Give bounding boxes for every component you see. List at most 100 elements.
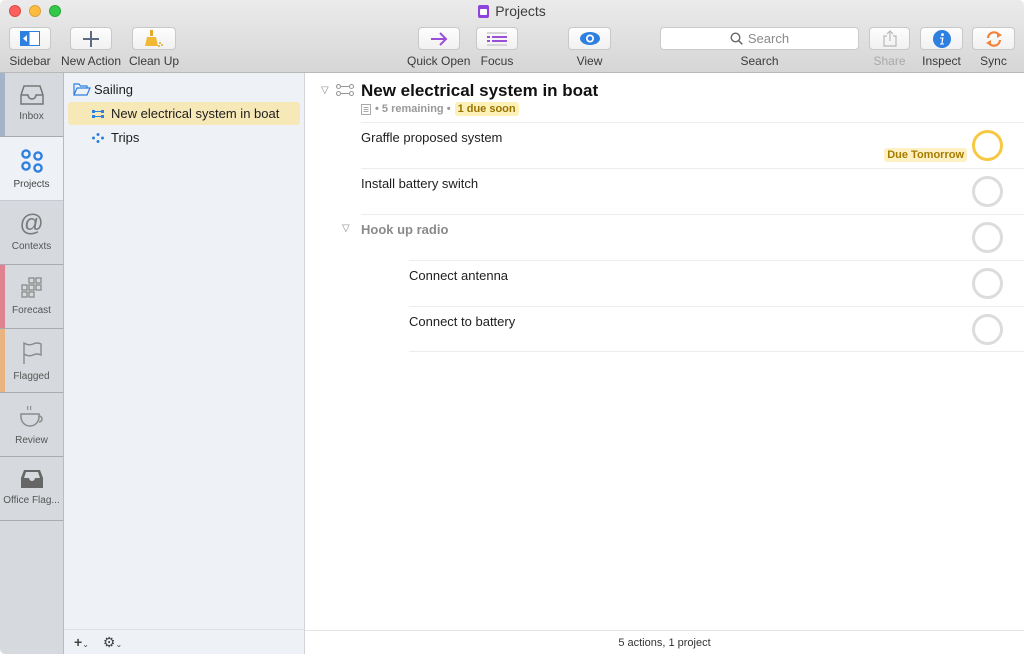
search-icon xyxy=(730,32,743,45)
quick-open-label: Quick Open xyxy=(407,54,471,68)
row-divider xyxy=(409,351,1024,352)
add-menu-button[interactable]: +⌄ xyxy=(74,634,89,650)
info-icon xyxy=(932,29,951,48)
sidebar-button[interactable] xyxy=(9,27,51,50)
project-title[interactable]: New electrical system in boat xyxy=(361,81,598,101)
project-label: Trips xyxy=(111,130,140,145)
perspective-review[interactable]: Review xyxy=(0,393,63,457)
sync-label: Sync xyxy=(980,54,1007,68)
sidebar-folder-sailing[interactable]: Sailing xyxy=(68,78,300,101)
eye-icon xyxy=(579,32,600,45)
search-input[interactable]: Search xyxy=(660,27,859,50)
quick-open[interactable]: Quick Open xyxy=(407,27,470,68)
view-label: View xyxy=(576,54,603,68)
perspective-label: Inbox xyxy=(19,111,44,122)
project-meta: • 5 remaining • 1 due soon xyxy=(361,102,519,116)
settings-menu-button[interactable]: ⚙⌄ xyxy=(103,634,122,651)
task-checkbox[interactable] xyxy=(972,130,1003,161)
disclosure-triangle-icon[interactable]: ▽ xyxy=(321,85,329,96)
project-label: New electrical system in boat xyxy=(111,106,280,121)
sidebar-toggle[interactable]: Sidebar xyxy=(9,27,51,68)
document-icon xyxy=(478,5,490,18)
perspective-label: Projects xyxy=(13,179,50,190)
task-checkbox[interactable] xyxy=(972,176,1003,207)
share[interactable]: Share xyxy=(869,27,910,68)
clean-up[interactable]: Clean Up xyxy=(129,27,179,68)
projects-icon xyxy=(20,149,43,173)
row-divider xyxy=(409,260,1024,261)
task-checkbox[interactable] xyxy=(972,268,1003,299)
task-title[interactable]: Install battery switch xyxy=(361,176,478,191)
sync[interactable]: Sync xyxy=(972,27,1015,68)
task-group-title[interactable]: Hook up radio xyxy=(361,222,448,237)
perspective-flagged[interactable]: Flagged xyxy=(0,329,63,393)
window-title: Projects xyxy=(0,3,1024,19)
at-icon: @ xyxy=(19,210,44,237)
perspective-label: Review xyxy=(15,435,48,446)
task-checkbox[interactable] xyxy=(972,314,1003,345)
row-divider xyxy=(361,214,1024,215)
task-title[interactable]: Connect to battery xyxy=(409,314,515,329)
inspect-label: Inspect xyxy=(922,54,961,68)
new-action-label: New Action xyxy=(61,54,122,68)
coffee-cup-icon xyxy=(19,405,43,427)
sidebar-label: Sidebar xyxy=(9,54,51,68)
due-soon-badge: 1 due soon xyxy=(454,102,519,116)
new-action-button[interactable] xyxy=(70,27,113,50)
focus-button[interactable] xyxy=(476,27,518,50)
flagged-stripe xyxy=(0,329,5,392)
perspective-projects[interactable]: Projects xyxy=(0,137,63,201)
perspective-label: Flagged xyxy=(13,371,50,382)
forecast-grid-icon xyxy=(20,277,42,298)
share-label: Share xyxy=(873,54,906,68)
flag-icon xyxy=(22,341,42,364)
perspective-inbox[interactable]: Inbox xyxy=(0,73,63,137)
window-title-text: Projects xyxy=(495,3,546,19)
task-checkbox[interactable] xyxy=(972,222,1003,253)
note-icon[interactable] xyxy=(361,103,371,115)
share-icon xyxy=(882,30,897,47)
perspective-forecast[interactable]: Forecast xyxy=(0,265,63,329)
new-action[interactable]: New Action xyxy=(61,27,121,68)
outline-pane: ▽ New electrical system in boat • 5 rema… xyxy=(305,73,1024,654)
perspective-office-flagged[interactable]: Office Flag... xyxy=(0,457,63,521)
share-button[interactable] xyxy=(869,27,910,50)
arrow-right-icon xyxy=(430,31,448,46)
folder-icon xyxy=(73,83,91,96)
perspective-contexts[interactable]: @ Contexts xyxy=(0,201,63,265)
tray-icon xyxy=(20,470,43,488)
search-placeholder: Search xyxy=(747,31,790,46)
toolbar: Projects Sidebar New Action Clean Up Qui… xyxy=(0,0,1024,73)
sync-button[interactable] xyxy=(972,27,1015,50)
perspective-label: Office Flag... xyxy=(3,495,60,506)
sidebar-project-trips[interactable]: Trips xyxy=(68,126,300,149)
sidebar-footer: +⌄ ⚙⌄ xyxy=(64,629,305,654)
chevron-down-icon: ⌄ xyxy=(82,640,89,649)
parallel-project-icon xyxy=(92,109,104,118)
focus[interactable]: Focus xyxy=(476,27,518,68)
inspect-button[interactable] xyxy=(920,27,963,50)
inspect[interactable]: Inspect xyxy=(920,27,963,68)
view-button[interactable] xyxy=(568,27,611,50)
plus-icon: + xyxy=(74,634,83,650)
sidebar-project-new-electrical-system[interactable]: New electrical system in boat xyxy=(68,102,300,125)
row-divider xyxy=(361,122,1024,123)
app-window: Projects Sidebar New Action Clean Up Qui… xyxy=(0,0,1024,654)
inbox-icon xyxy=(19,85,44,105)
inbox-stripe xyxy=(0,73,5,136)
sync-icon xyxy=(985,30,1002,47)
perspective-label: Contexts xyxy=(11,241,52,252)
search-label: Search xyxy=(740,54,779,68)
view[interactable]: View xyxy=(568,27,611,68)
task-title[interactable]: Graffle proposed system xyxy=(361,130,502,145)
sidebar-icon xyxy=(20,31,40,46)
clean-up-button[interactable] xyxy=(132,27,177,50)
sidebar: Sailing New electrical system in boat Tr… xyxy=(64,73,305,654)
disclosure-triangle-icon[interactable]: ▽ xyxy=(342,223,350,234)
folder-label: Sailing xyxy=(94,82,134,97)
single-action-list-icon xyxy=(92,132,104,143)
focus-label: Focus xyxy=(480,54,514,68)
task-title[interactable]: Connect antenna xyxy=(409,268,508,283)
gear-icon: ⚙ xyxy=(102,633,116,650)
quick-open-button[interactable] xyxy=(417,27,460,50)
